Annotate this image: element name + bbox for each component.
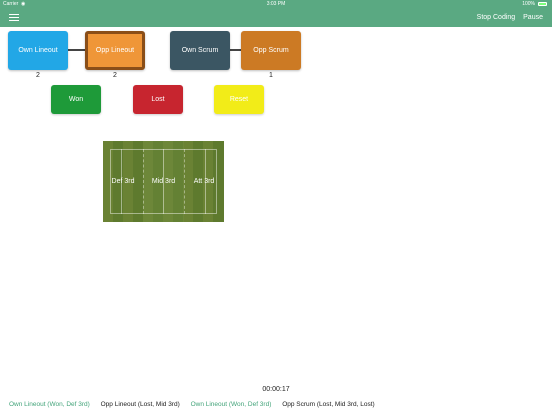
zone-def-3rd[interactable]: Def 3rd (103, 141, 143, 222)
own-lineout-count: 2 (36, 72, 40, 79)
nav-actions: Stop Coding Pause (471, 9, 543, 27)
lineout-link (68, 49, 86, 51)
own-lineout-button[interactable]: Own Lineout (8, 31, 68, 70)
stop-coding-button[interactable]: Stop Coding (477, 14, 516, 21)
pause-button[interactable]: Pause (523, 14, 543, 21)
opp-lineout-count: 2 (113, 72, 117, 79)
scrum-link (230, 49, 241, 51)
zone-att-3rd[interactable]: Att 3rd (184, 141, 224, 222)
nav-bar: Stop Coding Pause (0, 9, 552, 27)
log-entry[interactable]: Own Lineout (Won, Def 3rd) (191, 401, 272, 408)
event-log: Own Lineout (Won, Def 3rd) Opp Lineout (… (9, 401, 384, 408)
lost-button[interactable]: Lost (133, 85, 183, 114)
won-button[interactable]: Won (51, 85, 101, 114)
status-time: 3:03 PM (266, 1, 286, 7)
log-entry[interactable]: Own Lineout (Won, Def 3rd) (9, 401, 90, 408)
zone-mid-3rd[interactable]: Mid 3rd (143, 141, 184, 222)
opp-scrum-count: 1 (269, 72, 273, 79)
opp-scrum-button[interactable]: Opp Scrum (241, 31, 301, 70)
elapsed-timer: 00:00:17 (262, 386, 290, 393)
log-entry[interactable]: Opp Lineout (Lost, Mid 3rd) (101, 401, 180, 408)
battery-percent: 100% (522, 1, 535, 7)
own-scrum-button[interactable]: Own Scrum (170, 31, 230, 70)
opp-lineout-button[interactable]: Opp Lineout (85, 31, 145, 70)
hamburger-menu-icon[interactable] (9, 14, 19, 22)
reset-button[interactable]: Reset (214, 85, 264, 114)
log-entry[interactable]: Opp Scrum (Lost, Mid 3rd, Lost) (282, 401, 374, 408)
status-bar: Carrier ◉ 3:03 PM 100% (0, 0, 552, 9)
field-map: Def 3rd Mid 3rd Att 3rd (103, 141, 224, 222)
battery-icon (538, 2, 547, 6)
